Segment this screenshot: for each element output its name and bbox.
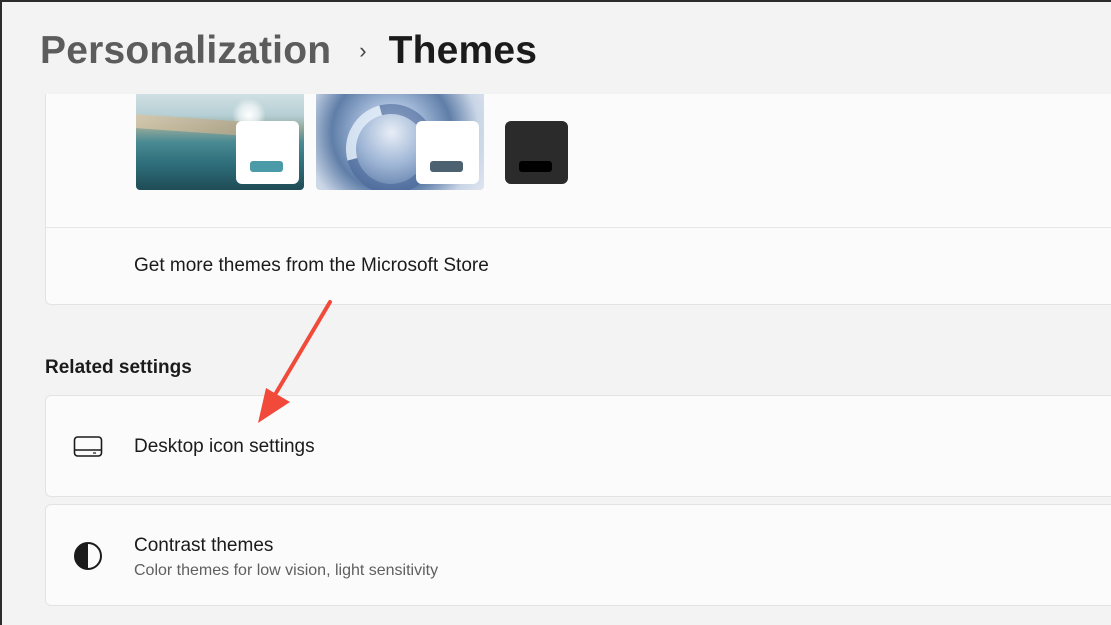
microsoft-store-themes-link[interactable]: Get more themes from the Microsoft Store (46, 228, 1111, 304)
theme-accent-bar (519, 161, 552, 172)
theme-preview-window (416, 121, 479, 184)
theme-preview-window (236, 121, 299, 184)
related-settings-heading: Related settings (45, 357, 192, 378)
desktop-icon-settings-label: Desktop icon settings (134, 436, 315, 457)
theme-thumbnail-dark[interactable] (505, 121, 568, 184)
contrast-themes-description: Color themes for low vision, light sensi… (134, 562, 439, 579)
store-link-label: Get more themes from the Microsoft Store (134, 255, 489, 276)
window-left-border (0, 0, 2, 625)
contrast-icon (73, 541, 103, 571)
desktop-icon-settings-button[interactable]: Desktop icon settings (45, 395, 1111, 497)
theme-thumbnail-bloom[interactable] (316, 94, 484, 190)
chevron-right-icon: › (359, 38, 367, 63)
theme-accent-bar (430, 161, 463, 172)
breadcrumb: Personalization › Themes (40, 26, 537, 76)
contrast-themes-button[interactable]: Contrast themes Color themes for low vis… (45, 504, 1111, 606)
window-top-border (0, 0, 1111, 2)
desktop-icon (73, 432, 103, 462)
page-title: Themes (388, 29, 538, 72)
contrast-themes-label: Contrast themes (134, 535, 274, 556)
themes-card: Get more themes from the Microsoft Store (45, 94, 1111, 305)
breadcrumb-personalization-link[interactable]: Personalization (40, 29, 331, 73)
theme-thumbnail-landscape[interactable] (136, 94, 304, 190)
theme-accent-bar (250, 161, 283, 172)
